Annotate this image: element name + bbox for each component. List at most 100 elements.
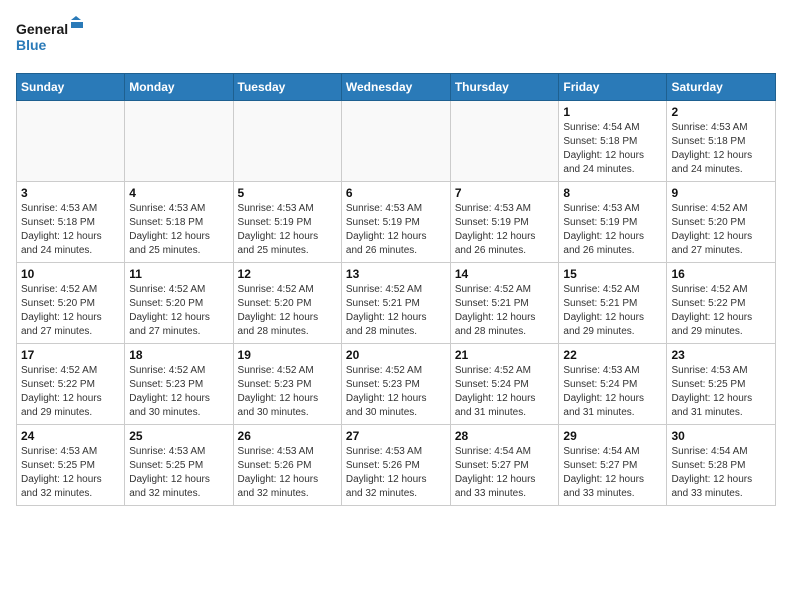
day-number: 29 [563,429,662,443]
day-info: Sunrise: 4:54 AMSunset: 5:28 PMDaylight:… [671,445,771,501]
calendar-cell: 27 Sunrise: 4:53 AMSunset: 5:26 PMDayligh… [341,425,450,506]
day-number: 28 [455,429,555,443]
calendar-cell: 7 Sunrise: 4:53 AMSunset: 5:19 PMDaylight… [450,182,559,263]
day-number: 17 [21,348,120,362]
weekday-header-tuesday: Tuesday [233,74,341,101]
weekday-header-row: SundayMondayTuesdayWednesdayThursdayFrid… [17,74,776,101]
calendar-cell: 14Sunrise: 4:52 AMSunset: 5:21 PMDayligh… [450,263,559,344]
weekday-header-wednesday: Wednesday [341,74,450,101]
logo: General Blue [16,16,86,61]
day-number: 11 [129,267,228,281]
calendar-cell: 3 Sunrise: 4:53 AMSunset: 5:18 PMDaylight… [17,182,125,263]
calendar-cell: 22 Sunrise: 4:53 AMSunset: 5:24 PMDayligh… [559,344,667,425]
day-number: 5 [238,186,337,200]
calendar-cell: 21 Sunrise: 4:52 AMSunset: 5:24 PMDayligh… [450,344,559,425]
calendar-cell: 16Sunrise: 4:52 AMSunset: 5:22 PMDayligh… [667,263,776,344]
calendar-cell [450,101,559,182]
day-info: Sunrise: 4:52 AMSunset: 5:23 PMDaylight:… [238,364,337,420]
calendar-cell [341,101,450,182]
day-number: 15 [563,267,662,281]
day-number: 7 [455,186,555,200]
svg-text:General: General [16,21,68,37]
weekday-header-friday: Friday [559,74,667,101]
calendar-cell: 15 Sunrise: 4:52 AMSunset: 5:21 PMDayligh… [559,263,667,344]
day-number: 26 [238,429,337,443]
day-info: Sunrise: 4:54 AMSunset: 5:27 PMDaylight:… [563,445,662,501]
day-info: Sunrise: 4:52 AMSunset: 5:21 PMDaylight:… [455,283,555,339]
weekday-header-monday: Monday [125,74,233,101]
day-number: 22 [563,348,662,362]
calendar-cell: 6Sunrise: 4:53 AMSunset: 5:19 PMDaylight… [341,182,450,263]
day-info: Sunrise: 4:54 AMSunset: 5:18 PMDaylight:… [563,121,662,177]
day-info: Sunrise: 4:53 AMSunset: 5:26 PMDaylight:… [238,445,337,501]
day-info: Sunrise: 4:52 AMSunset: 5:22 PMDaylight:… [21,364,120,420]
day-info: Sunrise: 4:53 AMSunset: 5:19 PMDaylight:… [346,202,446,258]
calendar-cell [125,101,233,182]
calendar-cell: 10Sunrise: 4:52 AMSunset: 5:20 PMDayligh… [17,263,125,344]
day-info: Sunrise: 4:52 AMSunset: 5:24 PMDaylight:… [455,364,555,420]
day-info: Sunrise: 4:52 AMSunset: 5:20 PMDaylight:… [238,283,337,339]
day-number: 18 [129,348,228,362]
day-number: 24 [21,429,120,443]
svg-text:Blue: Blue [16,37,47,53]
calendar-cell: 1 Sunrise: 4:54 AMSunset: 5:18 PMDaylight… [559,101,667,182]
calendar-cell: 9 Sunrise: 4:52 AMSunset: 5:20 PMDaylight… [667,182,776,263]
day-info: Sunrise: 4:53 AMSunset: 5:25 PMDaylight:… [129,445,228,501]
day-info: Sunrise: 4:53 AMSunset: 5:19 PMDaylight:… [563,202,662,258]
calendar-week-1: 1 Sunrise: 4:54 AMSunset: 5:18 PMDaylight… [17,101,776,182]
day-info: Sunrise: 4:52 AMSunset: 5:20 PMDaylight:… [671,202,771,258]
calendar-cell: 2 Sunrise: 4:53 AMSunset: 5:18 PMDaylight… [667,101,776,182]
day-number: 2 [671,105,771,119]
calendar-cell: 18Sunrise: 4:52 AMSunset: 5:23 PMDayligh… [125,344,233,425]
day-info: Sunrise: 4:52 AMSunset: 5:21 PMDaylight:… [563,283,662,339]
day-info: Sunrise: 4:52 AMSunset: 5:22 PMDaylight:… [671,283,771,339]
day-info: Sunrise: 4:53 AMSunset: 5:26 PMDaylight:… [346,445,446,501]
day-number: 21 [455,348,555,362]
calendar-cell: 13Sunrise: 4:52 AMSunset: 5:21 PMDayligh… [341,263,450,344]
day-number: 3 [21,186,120,200]
day-info: Sunrise: 4:53 AMSunset: 5:19 PMDaylight:… [455,202,555,258]
calendar-cell: 11Sunrise: 4:52 AMSunset: 5:20 PMDayligh… [125,263,233,344]
calendar-cell: 28 Sunrise: 4:54 AMSunset: 5:27 PMDayligh… [450,425,559,506]
calendar-week-3: 10 Sunrise: 4:52 AMSunset: 5:20 PMDayligh… [17,263,776,344]
day-number: 20 [346,348,446,362]
calendar-cell: 8 Sunrise: 4:53 AMSunset: 5:19 PMDaylight… [559,182,667,263]
day-info: Sunrise: 4:54 AMSunset: 5:27 PMDaylight:… [455,445,555,501]
day-number: 27 [346,429,446,443]
day-number: 30 [671,429,771,443]
day-info: Sunrise: 4:53 AMSunset: 5:25 PMDaylight:… [671,364,771,420]
day-number: 10 [21,267,120,281]
day-info: Sunrise: 4:53 AMSunset: 5:18 PMDaylight:… [671,121,771,177]
day-info: Sunrise: 4:53 AMSunset: 5:25 PMDaylight:… [21,445,120,501]
day-info: Sunrise: 4:52 AMSunset: 5:23 PMDaylight:… [346,364,446,420]
calendar-cell: 12Sunrise: 4:52 AMSunset: 5:20 PMDayligh… [233,263,341,344]
day-info: Sunrise: 4:53 AMSunset: 5:18 PMDaylight:… [129,202,228,258]
day-info: Sunrise: 4:53 AMSunset: 5:19 PMDaylight:… [238,202,337,258]
day-number: 9 [671,186,771,200]
calendar-cell: 23 Sunrise: 4:53 AMSunset: 5:25 PMDayligh… [667,344,776,425]
day-number: 1 [563,105,662,119]
calendar-cell [233,101,341,182]
day-number: 4 [129,186,228,200]
logo-svg: General Blue [16,16,86,61]
calendar-cell: 30 Sunrise: 4:54 AMSunset: 5:28 PMDayligh… [667,425,776,506]
calendar-week-5: 24 Sunrise: 4:53 AMSunset: 5:25 PMDayligh… [17,425,776,506]
calendar-cell [17,101,125,182]
page-header: General Blue [16,16,776,61]
day-number: 23 [671,348,771,362]
weekday-header-sunday: Sunday [17,74,125,101]
day-number: 8 [563,186,662,200]
weekday-header-thursday: Thursday [450,74,559,101]
weekday-header-saturday: Saturday [667,74,776,101]
day-info: Sunrise: 4:53 AMSunset: 5:18 PMDaylight:… [21,202,120,258]
calendar-cell: 29 Sunrise: 4:54 AMSunset: 5:27 PMDayligh… [559,425,667,506]
calendar-cell: 26 Sunrise: 4:53 AMSunset: 5:26 PMDayligh… [233,425,341,506]
calendar-table: SundayMondayTuesdayWednesdayThursdayFrid… [16,73,776,506]
calendar-week-4: 17 Sunrise: 4:52 AMSunset: 5:22 PMDayligh… [17,344,776,425]
calendar-cell: 4 Sunrise: 4:53 AMSunset: 5:18 PMDaylight… [125,182,233,263]
calendar-cell: 5 Sunrise: 4:53 AMSunset: 5:19 PMDaylight… [233,182,341,263]
day-info: Sunrise: 4:53 AMSunset: 5:24 PMDaylight:… [563,364,662,420]
calendar-cell: 19Sunrise: 4:52 AMSunset: 5:23 PMDayligh… [233,344,341,425]
calendar-cell: 25Sunrise: 4:53 AMSunset: 5:25 PMDayligh… [125,425,233,506]
day-number: 13 [346,267,446,281]
